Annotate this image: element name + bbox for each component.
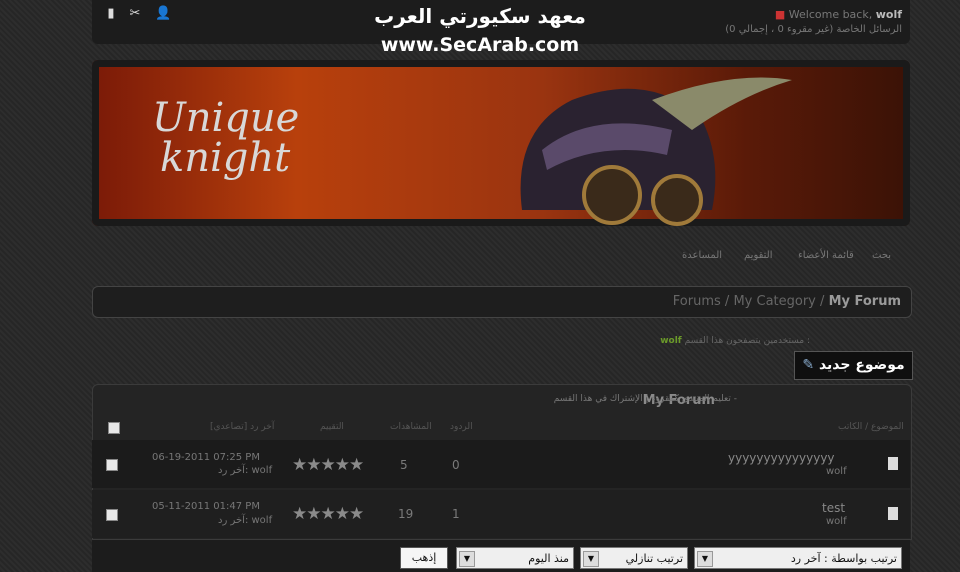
user-icon[interactable]: 👤: [155, 7, 171, 21]
nav-help[interactable]: المساعدة: [682, 250, 722, 261]
pencil-icon: ✎: [802, 357, 815, 373]
sort-order-select[interactable]: ▼ ترتيب تنازلي: [580, 547, 688, 569]
breadcrumb: Forums / My Category / My Forum: [92, 286, 912, 318]
col-lastpost[interactable]: آخر رد [تصاعدي]: [210, 422, 274, 432]
tools-icon[interactable]: ✂: [128, 7, 142, 21]
nav-calendar[interactable]: التقويم: [744, 250, 773, 261]
chevron-down-icon: ▼: [697, 551, 713, 567]
nav-memberlist[interactable]: قائمة الأعضاء: [798, 250, 854, 261]
last-post-by[interactable]: آخر رد: wolf: [218, 515, 272, 526]
rating-stars: ★★★★★: [292, 504, 364, 524]
table-row: [92, 490, 910, 538]
views-count: 5: [400, 458, 408, 472]
views-count: 19: [398, 507, 414, 521]
replies-count: 0: [452, 458, 460, 472]
sort-order-value: ترتيب تنازلي: [625, 552, 683, 565]
crumb-sep: /: [820, 294, 825, 309]
sort-by-value: ترتيب بواسطة : آخر رد: [790, 552, 897, 565]
select-all-checkbox[interactable]: [108, 422, 120, 434]
chevron-down-icon: ▼: [459, 551, 475, 567]
welcome-user[interactable]: wolf: [876, 8, 902, 21]
thread-author[interactable]: wolf: [826, 516, 847, 527]
crumb-forums[interactable]: Forums: [673, 294, 721, 309]
chevron-down-icon: ▼: [583, 551, 599, 567]
watermark-title: معهد سكيورتي العرب: [374, 4, 586, 28]
sort-by-select[interactable]: ▼ ترتيب بواسطة : آخر رد: [694, 547, 902, 569]
table-links[interactable]: تعليم المنتدى كمقروء | الإشتراك في هذا ا…: [189, 394, 737, 404]
thread-icon: [888, 507, 898, 520]
row-checkbox[interactable]: [106, 459, 118, 471]
banner-line2: knight: [160, 135, 291, 181]
crumb-current: My Forum: [828, 294, 901, 309]
private-messages-link[interactable]: الرسائل الخاصة (غير مقروء 0 ، إجمالي 0): [725, 24, 902, 35]
nav-search[interactable]: بحث: [872, 250, 891, 261]
col-rating[interactable]: التقييم: [320, 422, 344, 432]
new-topic-button[interactable]: ✎ موضوع جديد: [794, 351, 913, 380]
viewers-user[interactable]: wolf: [660, 336, 682, 346]
thread-icon: [888, 457, 898, 470]
last-post-date: 06-19-2011 07:25 PM: [152, 452, 260, 463]
crumb-sep: /: [724, 294, 730, 309]
thread-title[interactable]: test: [822, 501, 845, 515]
forum-banner: Unique knight: [92, 60, 910, 226]
viewers-label: مستخدمين يتصفحون هذا القسم :: [684, 336, 810, 346]
replies-count: 1: [452, 507, 460, 521]
sort-since-value: منذ اليوم: [528, 552, 569, 565]
last-post-date: 05-11-2011 01:47 PM: [152, 501, 260, 512]
thread-title[interactable]: yyyyyyyyyyyyyyy: [728, 451, 835, 465]
col-topic[interactable]: الموضوع / الكاتب: [838, 422, 904, 432]
watermark-url: www.SecArab.com: [380, 34, 580, 56]
welcome-label: Welcome back,: [788, 8, 873, 21]
go-button[interactable]: إذهب: [400, 547, 448, 569]
col-replies[interactable]: الردود: [450, 422, 473, 432]
new-topic-label: موضوع جديد: [818, 357, 905, 373]
sort-since-select[interactable]: ▼ منذ اليوم: [456, 547, 574, 569]
col-views[interactable]: المشاهدات: [390, 422, 432, 432]
status-dot-icon: ■: [774, 8, 786, 21]
thread-author[interactable]: wolf: [826, 466, 847, 477]
row-checkbox[interactable]: [106, 509, 118, 521]
welcome-text: ■ Welcome back, wolf: [775, 8, 902, 21]
rating-stars: ★★★★★: [292, 455, 364, 475]
viewers-line: wolf مستخدمين يتصفحون هذا القسم :: [660, 336, 810, 346]
last-post-by[interactable]: آخر رد: wolf: [218, 465, 272, 476]
banner-logo: Unique knight: [152, 98, 299, 178]
mobile-icon[interactable]: ▮: [104, 7, 118, 21]
banner-line1: Unique: [152, 95, 300, 141]
crumb-category[interactable]: My Category: [733, 294, 815, 309]
